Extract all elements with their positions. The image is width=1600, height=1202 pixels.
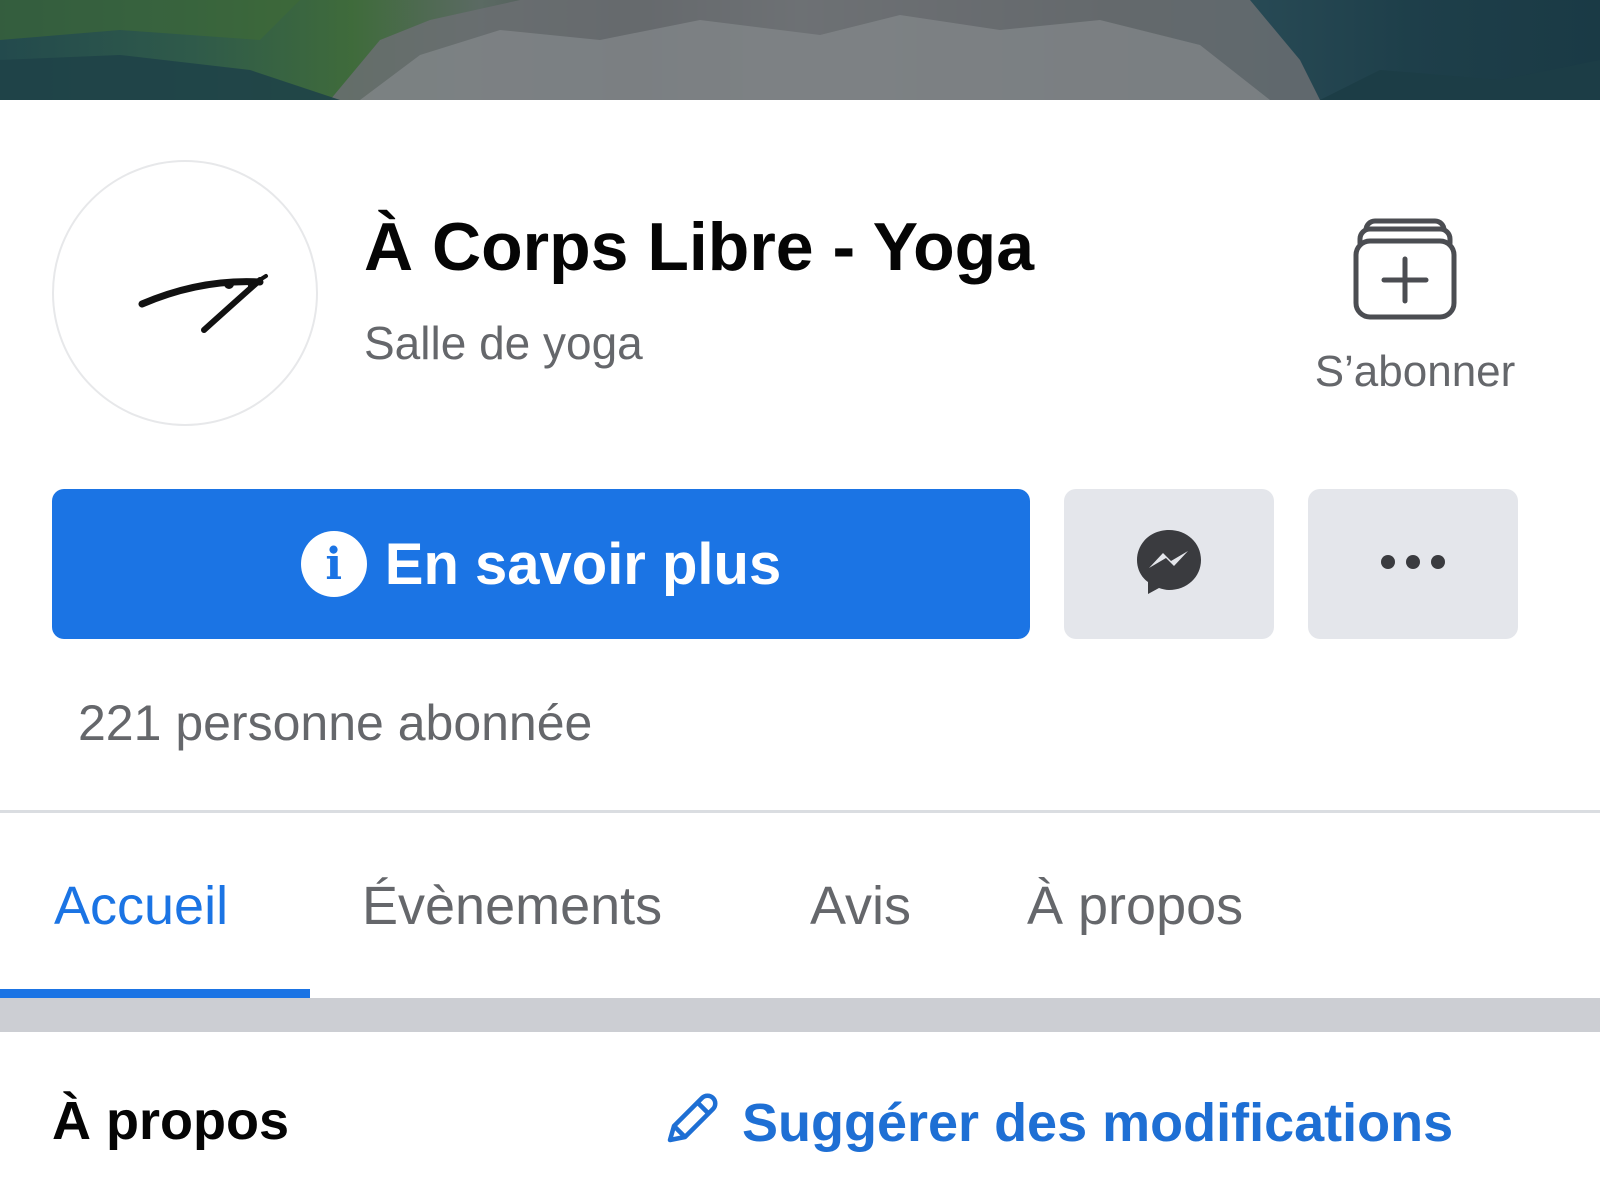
tab-avis[interactable]: Avis xyxy=(810,875,911,937)
page-title: À Corps Libre - Yoga xyxy=(364,209,1035,285)
cover-rock-image xyxy=(0,0,1600,100)
info-icon: i xyxy=(300,531,367,597)
pencil-icon xyxy=(660,1090,720,1155)
learn-more-label: En savoir plus xyxy=(384,531,782,597)
more-options-icon xyxy=(1378,552,1448,577)
follow-plus-icon xyxy=(1350,215,1460,325)
facebook-page-profile: À Corps Libre - Yoga Salle de yoga S’abo… xyxy=(0,0,1600,1202)
page-tabs: Accueil Évènements Avis À propos xyxy=(0,813,1600,998)
messenger-icon xyxy=(1133,526,1205,603)
follow-label: S’abonner xyxy=(1314,347,1516,396)
learn-more-button[interactable]: i En savoir plus xyxy=(52,489,1030,639)
tab-a-propos[interactable]: À propos xyxy=(1027,875,1243,937)
suggest-edits-label: Suggérer des modifications xyxy=(742,1092,1454,1153)
messenger-button[interactable] xyxy=(1064,489,1274,639)
more-options-button[interactable] xyxy=(1308,489,1518,639)
cover-photo[interactable] xyxy=(0,0,1600,100)
suggest-edits-link[interactable]: Suggérer des modifications xyxy=(660,1090,1453,1155)
tab-evenements[interactable]: Évènements xyxy=(362,875,662,937)
followers-count[interactable]: 221 personne abonnée xyxy=(78,694,592,752)
about-section-title: À propos xyxy=(52,1091,289,1151)
yoga-logo-image xyxy=(138,274,268,333)
follow-button[interactable]: S’abonner xyxy=(1290,215,1580,405)
tab-accueil[interactable]: Accueil xyxy=(54,875,228,937)
page-category[interactable]: Salle de yoga xyxy=(364,316,643,370)
active-tab-indicator xyxy=(0,989,310,998)
page-avatar[interactable] xyxy=(52,160,318,426)
section-separator xyxy=(0,998,1600,1032)
